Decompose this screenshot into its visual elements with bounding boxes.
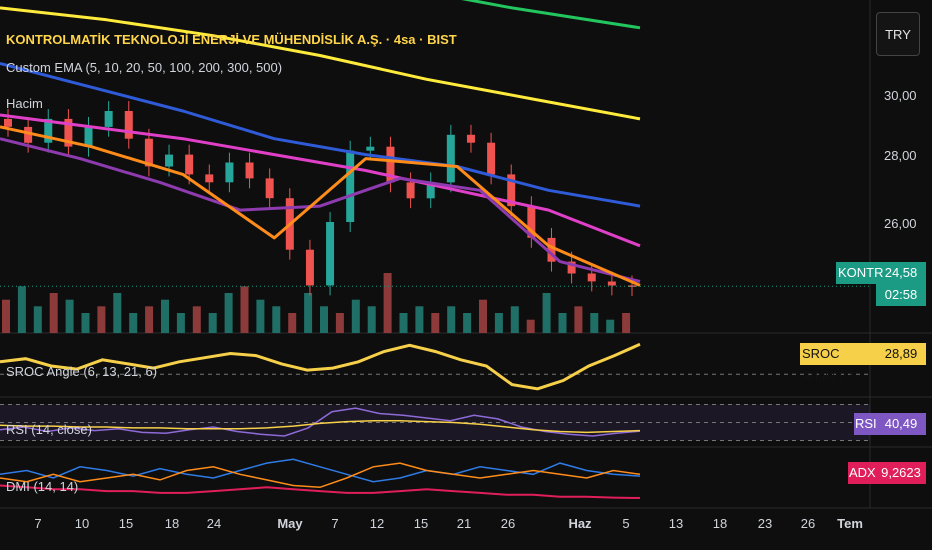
volume-bar [320,306,328,333]
volume-bar [145,306,154,333]
volume-bar [431,313,440,333]
candle-body [185,154,194,175]
price-badge: 24,58 [876,262,926,284]
x-tick-label: Tem [837,516,863,531]
countdown-badge: 02:58 [876,284,926,306]
x-tick-label: 12 [370,516,384,531]
currency-button[interactable]: TRY [876,12,920,56]
candle-body [366,146,375,151]
rsi-value-badge: 40,49 [876,413,926,435]
symbol-title[interactable]: KONTROLMATİK TEKNOLOJİ ENERJİ VE MÜHENDİ… [6,32,457,47]
rsi-tag: RSI [854,413,877,435]
volume-bar [49,293,58,333]
adx-tag: ADX [848,462,876,484]
y-tick-label: 28,00 [884,148,917,163]
volume-bar [288,313,297,333]
x-tick-label: 26 [801,516,815,531]
rsi-pane [0,404,870,441]
x-tick-label: May [277,516,303,531]
ema-legend[interactable]: Custom EMA (5, 10, 20, 50, 100, 200, 300… [6,60,282,75]
x-tick-label: 7 [331,516,338,531]
volume-bar [494,313,503,333]
volume-bar [351,299,360,333]
volume-bar [304,293,313,333]
volume-bar [81,313,90,333]
x-tick-label: 26 [501,516,515,531]
candle-body [446,134,455,183]
x-tick-label: 15 [414,516,428,531]
volume-bar [176,313,185,333]
volume-bar [256,299,265,333]
candle-body [466,134,475,143]
volume-bar [526,319,535,333]
volume-legend[interactable]: Hacim [6,96,43,111]
volume-bar [97,306,106,333]
candle-body [326,222,335,286]
volume-bar [415,306,424,333]
x-tick-label: 18 [713,516,727,531]
volume-bar [574,306,583,333]
volume-bar [192,306,201,333]
x-tick-label: 15 [119,516,133,531]
volume-bar [542,293,551,333]
volume-bar [272,306,281,333]
volume-bar [622,313,631,333]
volume-bar [335,313,344,333]
volume-bar [208,313,217,333]
volume-bar [129,313,138,333]
adx-value-badge: 9,2623 [876,462,926,484]
volume-bar [383,273,392,333]
volume-bar [479,299,487,333]
candle-body [346,150,355,222]
volume-bar [65,299,74,333]
candle-body [305,249,314,286]
candle-body [205,174,214,183]
candle-body [4,118,12,127]
candle-body [165,154,174,167]
sroc-legend[interactable]: SROC Angle (6, 13, 21, 6) [6,364,157,379]
volume-bar [33,306,42,333]
candle-body [487,142,496,175]
candle-body [607,281,616,286]
volume-bar [447,306,456,333]
price-symbol-tag: KONTR [836,262,884,284]
candle-body [84,126,93,147]
volume-bar [240,286,249,333]
candle-body [225,162,234,183]
candle-body [587,273,596,282]
x-tick-label: 13 [669,516,683,531]
volume-bar [113,293,122,333]
volume-bar [558,313,567,333]
sroc-value-badge: 28,89 [876,343,926,365]
x-tick-label: Haz [568,516,592,531]
sroc-tag: SROC Angle (°) [800,343,876,383]
volume-bar [463,313,472,333]
x-tick-label: 18 [165,516,179,531]
volume-bar [224,293,233,333]
candle-body [265,178,274,199]
volume-bar [590,313,599,333]
volume-bar [2,299,10,333]
x-tick-label: 21 [457,516,471,531]
candle-body [245,162,254,179]
candle-body [104,111,113,127]
volume-bar [510,306,519,333]
volume-bar [17,286,26,333]
y-tick-label: 26,00 [884,216,917,231]
volume-bar [367,306,376,333]
x-tick-label: 24 [207,516,221,531]
rsi-legend[interactable]: RSI (14, close) [6,422,92,437]
candle-body [124,111,133,139]
dmi-legend[interactable]: DMI (14, 14) [6,479,78,494]
x-tick-label: 23 [758,516,772,531]
candle-body [406,182,415,199]
y-tick-label: 30,00 [884,88,917,103]
chart-canvas[interactable]: 7 10 15 18 24 May 7 12 15 21 26 Haz 5 13 18 23 26 Tem 30,0… [0,0,932,550]
x-tick-label: 10 [75,516,89,531]
volume-bar [606,319,615,333]
x-tick-label: 5 [622,516,629,531]
volume-bar [161,299,169,333]
x-tick-label: 7 [34,516,41,531]
volume-bar [399,313,408,333]
